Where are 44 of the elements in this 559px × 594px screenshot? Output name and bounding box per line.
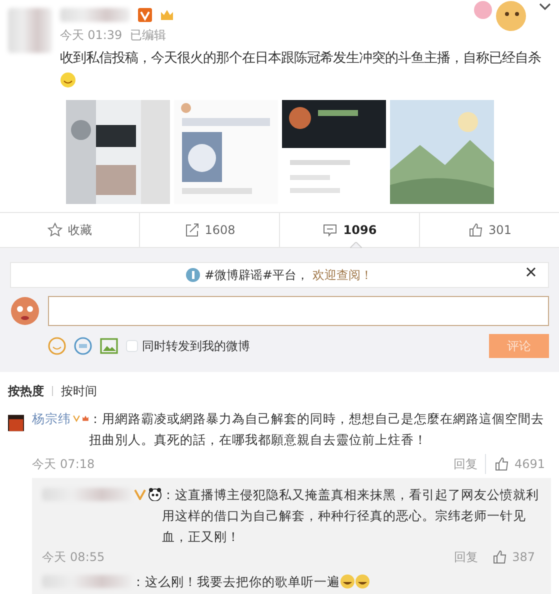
reply-link[interactable]: 回复: [453, 455, 478, 473]
blurred-name: [60, 8, 130, 22]
close-icon: [526, 267, 536, 277]
sort-tab[interactable]: 按时间: [61, 382, 97, 400]
favorite-button[interactable]: 收藏: [0, 213, 139, 247]
verified-badge-icon: [138, 8, 152, 22]
like-button[interactable]: 387: [486, 547, 541, 567]
panda-icon: [148, 487, 162, 501]
repost-button[interactable]: 1608: [139, 213, 279, 247]
like-button[interactable]: 301: [419, 213, 559, 247]
repost-label: 同时转发到我的微博: [142, 338, 250, 355]
thumbs-up-icon: [468, 222, 484, 238]
edited-label: 已编辑: [130, 27, 166, 44]
notice-link[interactable]: 欢迎查阅！: [312, 266, 373, 284]
verified-badge-icon: [134, 488, 146, 500]
comment-input-field[interactable]: [48, 296, 549, 326]
comment-text: ：用網路霸凌或網路暴力為自己解套的同時，想想自己是怎麼在網路這個空間去扭曲別人。真死的話，在哪我都願意親自去靈位前上炷香！: [89, 410, 546, 449]
share-icon: [184, 222, 200, 238]
blurred-avatar: [8, 8, 52, 53]
star-icon: [47, 222, 63, 238]
comment-time: 今天 08:55: [42, 549, 105, 566]
repost-checkbox[interactable]: [126, 340, 138, 352]
comment-time: 今天 07:18: [32, 456, 95, 473]
notice-text: #微博辟谣#平台，: [204, 267, 309, 284]
crown-icon: [160, 8, 174, 22]
post-text: 收到私信投稿，今天很火的那个在日本跟陈冠希发生冲突的斗鱼主播，自称已经自杀: [60, 51, 541, 66]
thumbs-up-icon: [492, 549, 508, 565]
sort-tab[interactable]: 按热度: [8, 382, 44, 400]
image-icon[interactable]: [100, 337, 118, 355]
thumbs-up-icon: [494, 456, 510, 472]
smiley-icon[interactable]: [48, 337, 66, 355]
reply-text: ：这直播博主侵犯隐私又掩盖真相来抹黑，看引起了网友公愤就利用这样的借口为自己解套，种种行径真的恶心。宗纬老师一针见血，正又刚！: [162, 486, 540, 546]
laughing-emoji-icon: [340, 574, 356, 589]
info-icon: [186, 268, 200, 282]
post-time: 今天 01:39: [60, 27, 122, 44]
comment-icon: [322, 222, 338, 238]
author-name[interactable]: 杨宗纬: [32, 408, 72, 429]
like-button[interactable]: 4691: [485, 454, 551, 474]
close-button[interactable]: [526, 267, 536, 277]
reply-link[interactable]: 回复: [454, 548, 478, 566]
emoji-icon: [60, 72, 76, 88]
cartoon-avatar-icon: [10, 296, 40, 326]
reply-text: ：这么刚！我要去把你的歌单听一遍: [132, 573, 340, 591]
laughing-emoji-icon: [355, 574, 370, 589]
